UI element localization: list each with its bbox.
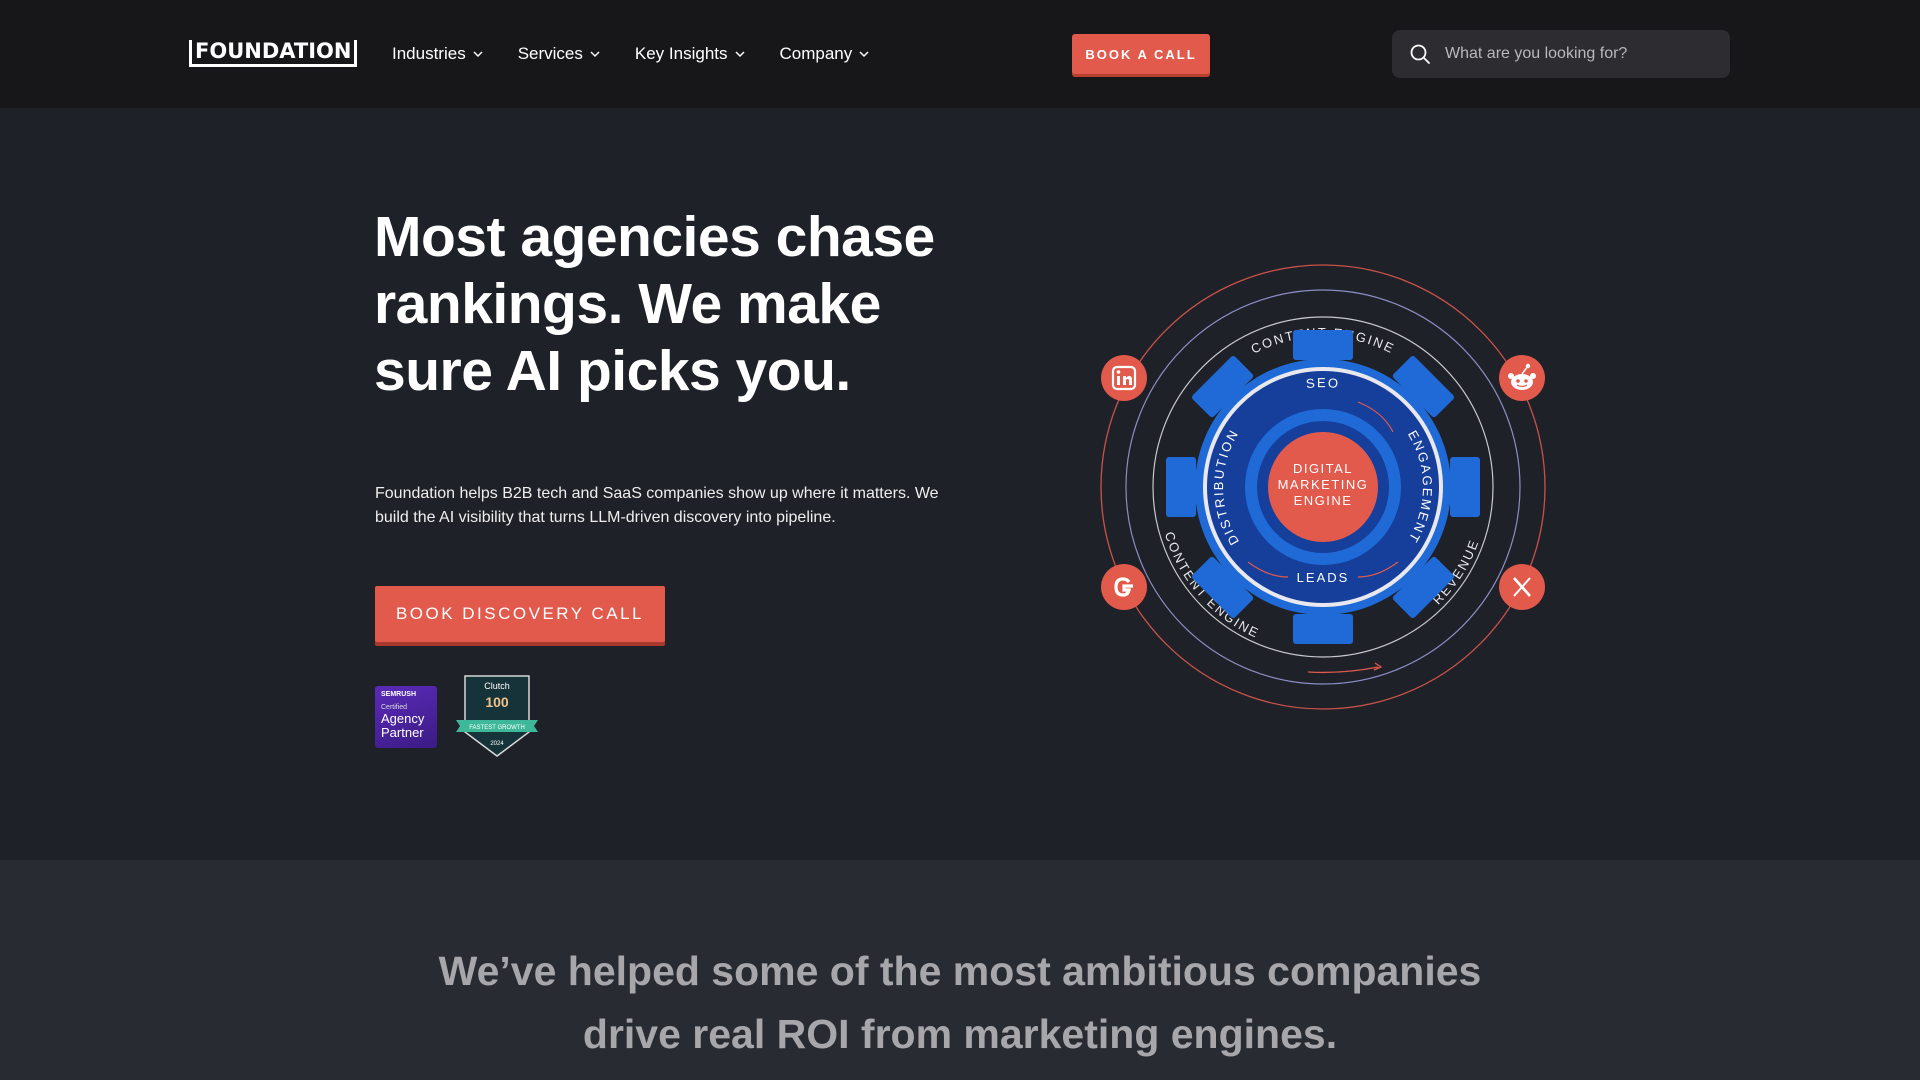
clutch-100-badge: Clutch 100 FASTEST GROWTH 2024 bbox=[456, 675, 538, 757]
search-input[interactable] bbox=[1443, 44, 1727, 64]
svg-text:Clutch: Clutch bbox=[484, 681, 510, 691]
hero-title: Most agencies chase rankings. We make su… bbox=[374, 205, 935, 403]
x-icon bbox=[1499, 564, 1545, 610]
gear-top-label: SEO bbox=[1305, 375, 1341, 391]
semrush-certified-agency-partner-badge: SEMRUSH Certified Agency Partner bbox=[375, 686, 437, 748]
main-nav: Industries Services Key Insights Company bbox=[392, 40, 904, 68]
foundation-logo[interactable]: FOUNDATION bbox=[189, 40, 358, 67]
clients-section: We’ve helped some of the most ambitious … bbox=[0, 860, 1920, 1080]
top-navigation-bar: FOUNDATION Industries Services Key Insig… bbox=[0, 0, 1920, 108]
gear-bottom-label: LEADS bbox=[1297, 570, 1350, 585]
nav-item-label: Industries bbox=[392, 44, 466, 63]
svg-text:FASTEST GROWTH: FASTEST GROWTH bbox=[469, 725, 525, 731]
linkedin-icon bbox=[1101, 355, 1147, 401]
nav-item-label: Services bbox=[517, 44, 583, 63]
nav-item-key-insights[interactable]: Key Insights bbox=[635, 40, 746, 68]
chevron-down-icon bbox=[859, 51, 869, 58]
center-label-line3: ENGINE bbox=[1294, 493, 1353, 508]
center-label-line2: MARKETING bbox=[1278, 477, 1369, 492]
reddit-icon bbox=[1499, 355, 1545, 401]
digital-marketing-engine-diagram: CONTENT ENGINE CONTENT ENGINE REVENUE SE… bbox=[1100, 264, 1546, 710]
book-a-call-button[interactable]: BOOK A CALL bbox=[1072, 34, 1210, 74]
clients-heading: We’ve helped some of the most ambitious … bbox=[438, 948, 1482, 1057]
google-icon bbox=[1101, 564, 1147, 610]
svg-text:2024: 2024 bbox=[490, 741, 504, 747]
search-icon bbox=[1410, 44, 1430, 64]
nav-item-company[interactable]: Company bbox=[780, 40, 871, 68]
hero-description: Foundation helps B2B tech and SaaS compa… bbox=[375, 485, 939, 526]
book-discovery-call-button[interactable]: BOOK DISCOVERY CALL bbox=[375, 586, 665, 642]
center-label-line1: DIGITAL bbox=[1293, 461, 1353, 476]
chevron-down-icon bbox=[590, 51, 600, 58]
chevron-down-icon bbox=[473, 51, 483, 58]
nav-item-label: Company bbox=[779, 44, 853, 63]
chevron-down-icon bbox=[734, 51, 745, 58]
revenue-arrow bbox=[1307, 666, 1379, 674]
nav-item-label: Key Insights bbox=[634, 44, 728, 63]
search-box[interactable] bbox=[1392, 30, 1730, 78]
nav-item-industries[interactable]: Industries bbox=[392, 40, 484, 68]
svg-text:100: 100 bbox=[485, 694, 509, 710]
nav-item-services[interactable]: Services bbox=[518, 40, 601, 68]
